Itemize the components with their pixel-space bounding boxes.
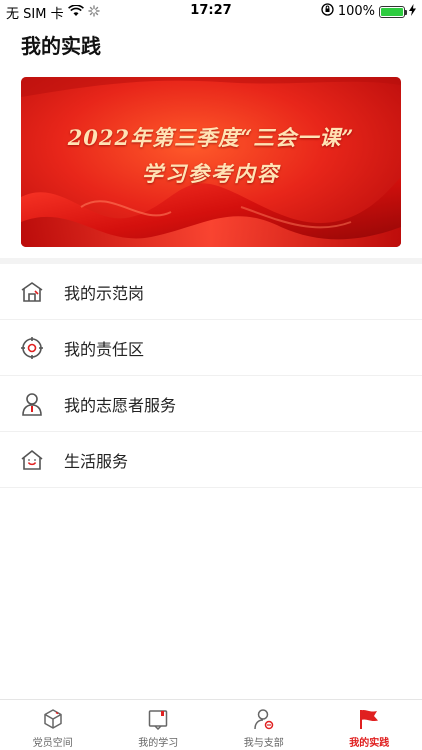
book-icon xyxy=(147,708,169,731)
battery-fill xyxy=(381,7,403,16)
cube-icon xyxy=(42,708,64,730)
house-icon xyxy=(19,279,45,305)
tab-label: 我的学习 xyxy=(138,738,179,749)
charging-bolt-icon xyxy=(409,3,416,20)
menu-label: 我的责任区 xyxy=(64,339,145,359)
member-icon xyxy=(253,708,275,730)
menu-label: 生活服务 xyxy=(64,451,129,471)
tab-me-and-branch[interactable]: 我与支部 xyxy=(211,700,317,750)
page-title: 我的实践 xyxy=(21,34,101,58)
menu-item-responsibility-area[interactable]: 我的责任区 xyxy=(0,320,422,376)
banner-title-line2: 学习参考内容 xyxy=(142,161,280,186)
tab-label: 我与支部 xyxy=(243,738,284,749)
banner-title-line1: 2022年第三季度“三会一课” xyxy=(67,125,355,150)
bottom-tab-bar: 党员空间 我的学习 我与支部 我的实践 xyxy=(0,699,422,750)
status-right: 100% xyxy=(321,3,416,20)
volunteer-person-icon xyxy=(19,391,45,417)
banner[interactable]: 2022年第三季度“三会一课” 学习参考内容 xyxy=(21,77,401,247)
practice-menu: 我的示范岗 我的责任区 我的志愿者服务 生活服务 xyxy=(0,264,422,488)
tab-my-practice[interactable]: 我的实践 xyxy=(317,700,422,750)
tab-label: 我的实践 xyxy=(349,738,390,749)
orientation-lock-icon xyxy=(321,3,334,20)
tab-my-study[interactable]: 我的学习 xyxy=(106,700,212,750)
target-icon xyxy=(19,335,45,361)
menu-item-life-service[interactable]: 生活服务 xyxy=(0,432,422,488)
battery-icon xyxy=(379,5,407,18)
status-bar: 无 SIM 卡 17:27 100% xyxy=(0,0,422,22)
tab-party-member-space[interactable]: 党员空间 xyxy=(0,700,106,750)
menu-item-volunteer-service[interactable]: 我的志愿者服务 xyxy=(0,376,422,432)
red-flag-icon xyxy=(358,708,380,730)
menu-label: 我的示范岗 xyxy=(64,283,145,303)
smiling-house-icon xyxy=(19,447,45,473)
battery-percent: 100% xyxy=(337,4,375,19)
menu-item-demo-post[interactable]: 我的示范岗 xyxy=(0,264,422,320)
menu-label: 我的志愿者服务 xyxy=(64,395,177,415)
tab-label: 党员空间 xyxy=(32,738,73,749)
